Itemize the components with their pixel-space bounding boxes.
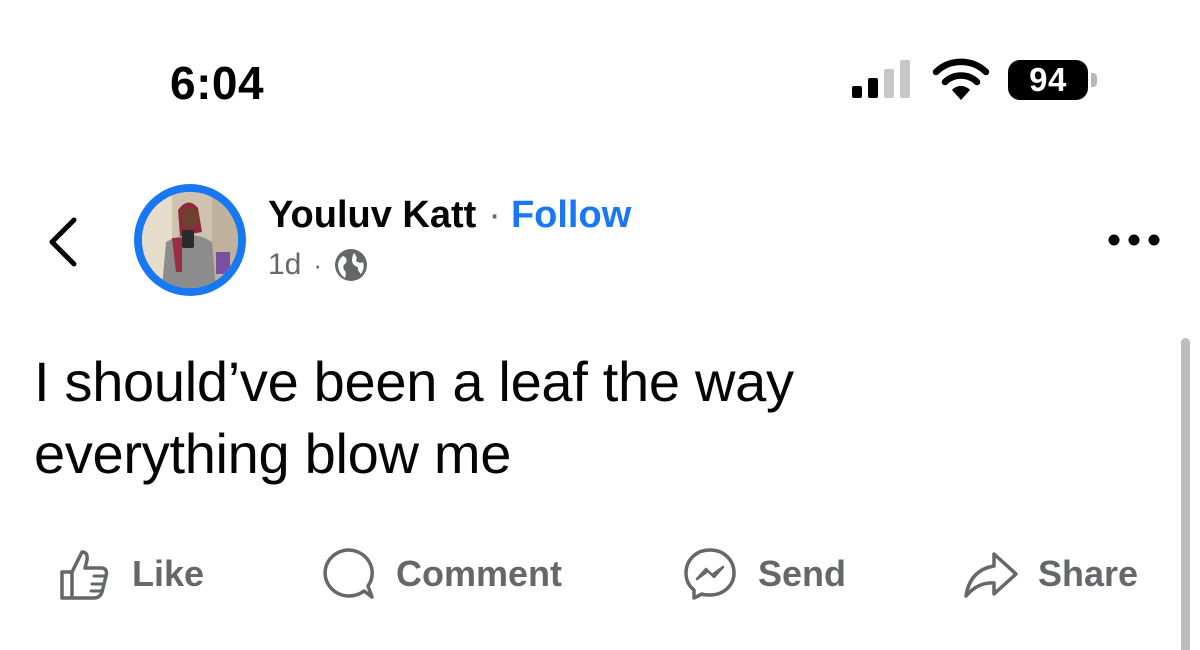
author-name[interactable]: Youluv Katt [268,194,476,237]
profile-photo [142,192,238,288]
like-label: Like [132,553,205,594]
globe-icon[interactable] [334,248,368,282]
post-meta: 1d · [268,248,368,282]
comment-label: Comment [396,553,563,594]
chevron-left-icon [49,217,77,267]
post-text: I should’ve been a leaf the way everythi… [34,346,1134,490]
back-button[interactable] [40,212,88,272]
name-separator: · [488,194,501,236]
battery-indicator: 94 [1008,60,1100,102]
avatar[interactable] [142,192,238,288]
more-horizontal-icon [1108,234,1160,246]
scrollbar[interactable] [1181,338,1190,650]
like-button[interactable]: Like [56,542,204,606]
share-arrow-icon [964,552,1018,598]
cellular-signal-icon [852,60,910,98]
more-options-button[interactable] [1104,222,1164,258]
comment-button[interactable]: Comment [320,542,562,606]
thumbs-up-icon [60,550,109,600]
messenger-icon [684,548,736,600]
battery-tip [1091,73,1097,87]
post-text-line: I should’ve been a leaf the way [34,350,794,413]
follow-button[interactable]: Follow [511,194,631,237]
share-label: Share [1038,553,1139,594]
wifi-icon [932,58,990,100]
post-text-line: everything blow me [34,422,512,485]
send-label: Send [758,553,847,594]
comment-icon [323,548,374,599]
send-button[interactable]: Send [682,542,846,606]
battery-level: 94 [1008,60,1088,100]
share-button[interactable]: Share [962,542,1138,606]
status-time: 6:04 [170,57,265,109]
author-line: Youluv Katt · Follow [268,194,631,237]
post-timestamp[interactable]: 1d [268,248,301,282]
meta-separator: · [313,249,323,280]
